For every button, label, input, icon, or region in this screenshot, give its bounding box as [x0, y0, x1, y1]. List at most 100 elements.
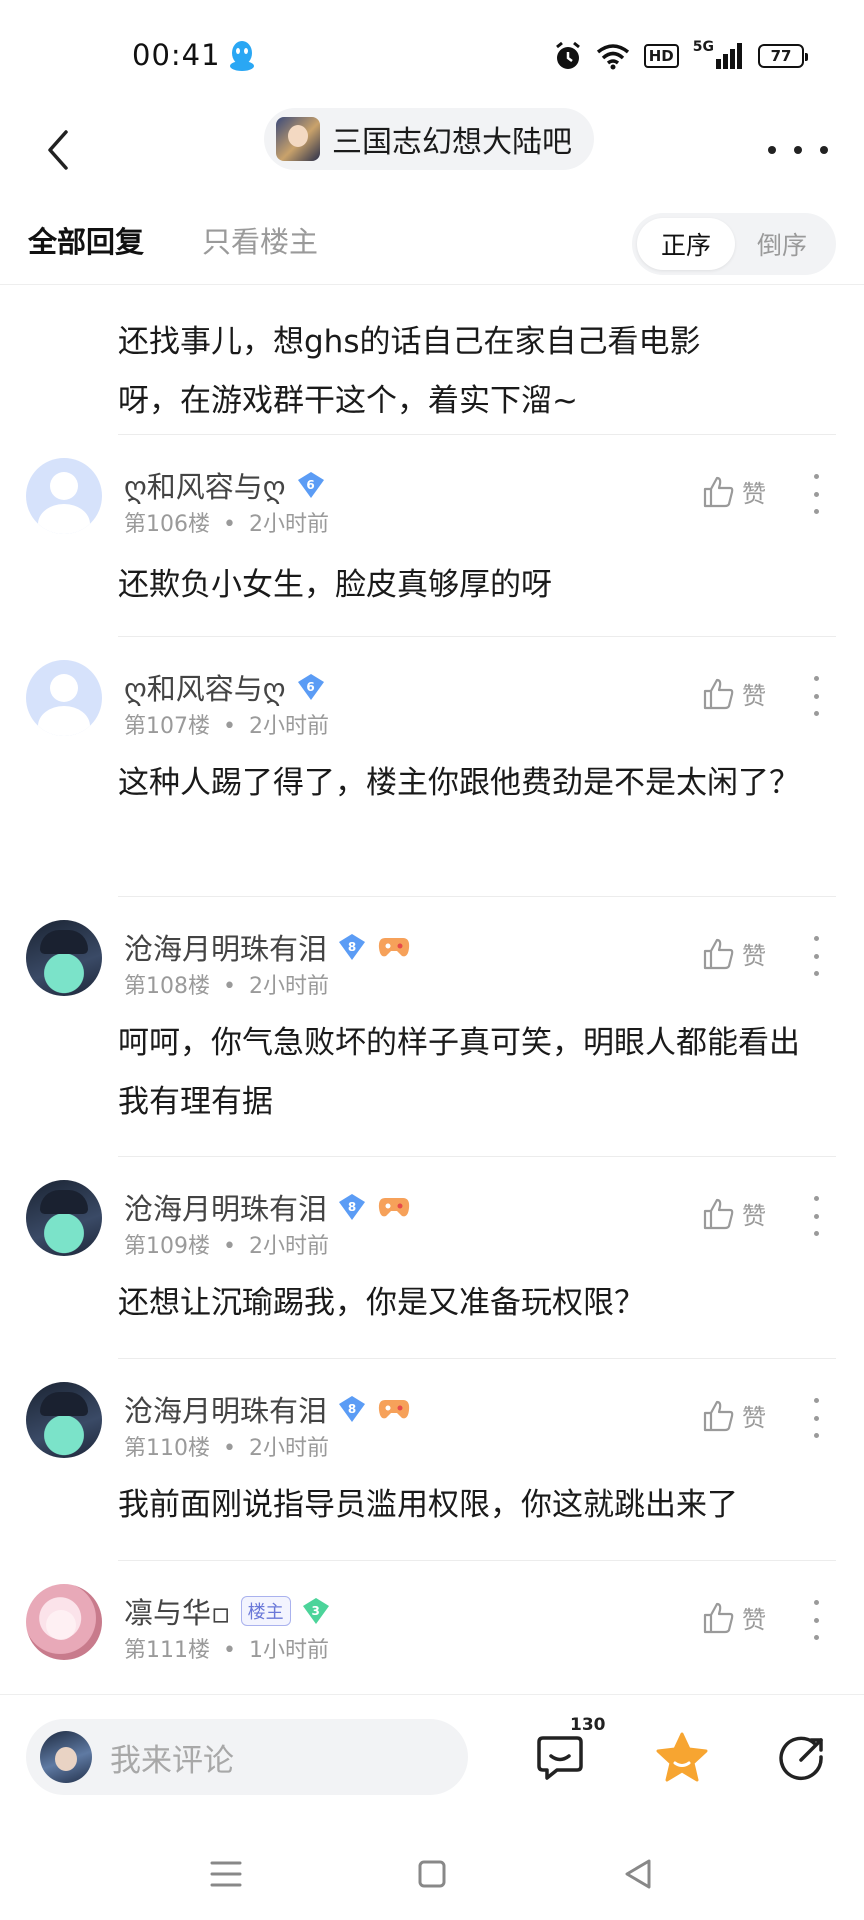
- comment-count: 130: [570, 1715, 606, 1735]
- forum-avatar: [276, 117, 320, 161]
- username[interactable]: 沧海月明珠有泪: [124, 926, 327, 968]
- status-bar: 00:41 HD 5G 77: [0, 0, 864, 110]
- like-button[interactable]: 赞: [702, 1600, 766, 1635]
- sort-descending-button[interactable]: 倒序: [733, 218, 831, 270]
- divider: [118, 636, 836, 637]
- reply-text: 呵呵，你气急败坏的样子真可笑，明眼人都能看出我有理有据: [118, 1025, 800, 1120]
- tab-owner-only[interactable]: 只看楼主: [202, 219, 318, 261]
- avatar[interactable]: [26, 660, 102, 736]
- status-time: 00:41: [132, 38, 221, 72]
- reply-user-line: ღ和风容与ღ 6: [124, 666, 326, 708]
- avatar[interactable]: [26, 920, 102, 996]
- level-badge-icon: 8: [337, 933, 367, 961]
- status-icons: HD 5G 77: [554, 40, 808, 72]
- qq-penguin-icon: [228, 40, 256, 72]
- system-navigation-bar: [0, 1824, 864, 1920]
- more-horizontal-icon: [768, 146, 776, 154]
- reply-text: 还欺负小女生，脸皮真够厚的呀: [118, 567, 552, 603]
- level-badge-icon: 6: [296, 471, 326, 499]
- floor-info: 第106楼 • 2小时前: [124, 512, 329, 537]
- reply-more-button[interactable]: [810, 1600, 822, 1640]
- like-button[interactable]: 赞: [702, 676, 766, 711]
- floor-info: 第109楼 • 2小时前: [124, 1234, 329, 1259]
- back-button[interactable]: [30, 118, 86, 182]
- like-button[interactable]: 赞: [702, 1398, 766, 1433]
- username[interactable]: 沧海月明珠有泪: [124, 1186, 327, 1228]
- username[interactable]: 凛与华▫: [124, 1590, 231, 1632]
- avatar[interactable]: [26, 1382, 102, 1458]
- avatar[interactable]: [26, 1180, 102, 1256]
- avatar[interactable]: [26, 1584, 102, 1660]
- reply-more-button[interactable]: [810, 1398, 822, 1438]
- reply-more-button[interactable]: [810, 676, 822, 716]
- partial-reply-text: 还找事儿，想ghs的话自己在家自己看电影 呀，在游戏群干这个，着实下溜~: [118, 324, 701, 419]
- comment-placeholder: 我来评论: [110, 1742, 234, 1779]
- reply-text: 这种人踢了得了，楼主你跟他费劲是不是太闲了？: [118, 765, 800, 801]
- floor-info: 第111楼 • 1小时前: [124, 1638, 329, 1663]
- like-button[interactable]: 赞: [702, 474, 766, 509]
- level-badge-icon: 8: [337, 1193, 367, 1221]
- gamepad-badge-icon: [377, 1193, 411, 1221]
- divider: [118, 1560, 836, 1561]
- avatar[interactable]: [26, 458, 102, 534]
- nav-header: 三国志幻想大陆吧: [0, 100, 864, 200]
- floor-info: 第108楼 • 2小时前: [124, 974, 329, 999]
- back-nav-icon[interactable]: [614, 1850, 662, 1898]
- forum-title-pill[interactable]: 三国志幻想大陆吧: [264, 108, 594, 170]
- divider: [118, 1156, 836, 1157]
- thumbs-up-icon: [703, 1602, 734, 1633]
- menu-icon[interactable]: [202, 1850, 250, 1898]
- comment-icon[interactable]: [532, 1729, 588, 1785]
- owner-badge: 楼主: [240, 1596, 291, 1626]
- thumbs-up-icon: [703, 1198, 734, 1229]
- reply-more-button[interactable]: [810, 1196, 822, 1236]
- username[interactable]: ღ和风容与ღ: [124, 666, 286, 708]
- bottom-action-bar: 我来评论 130: [0, 1694, 864, 1824]
- floor-info: 第107楼 • 2小时前: [124, 714, 329, 739]
- level-badge-icon: 3: [301, 1597, 331, 1625]
- reply-user-line: 凛与华▫ 楼主 3: [124, 1590, 331, 1632]
- divider: [118, 896, 836, 897]
- wifi-icon: [596, 40, 630, 72]
- reply-user-line: 沧海月明珠有泪 8: [124, 926, 411, 968]
- reply-filter-bar: 全部回复 只看楼主 正序 倒序: [0, 205, 864, 285]
- like-button[interactable]: 赞: [702, 936, 766, 971]
- thumbs-up-icon: [703, 476, 734, 507]
- username[interactable]: ღ和风容与ღ: [124, 464, 286, 506]
- reply-user-line: ღ和风容与ღ 6: [124, 464, 326, 506]
- like-button[interactable]: 赞: [702, 1196, 766, 1231]
- reply-text: 我前面刚说指导员滥用权限，你这就跳出来了: [118, 1487, 738, 1523]
- chevron-left-icon: [48, 130, 68, 170]
- more-options-button[interactable]: [768, 130, 828, 170]
- tab-all-replies[interactable]: 全部回复: [28, 219, 144, 261]
- level-badge-icon: 8: [337, 1395, 367, 1423]
- 5g-signal-icon: 5G: [693, 40, 744, 72]
- thumbs-up-icon: [703, 938, 734, 969]
- star-icon[interactable]: [654, 1729, 710, 1785]
- reply-list: 还找事儿，想ghs的话自己在家自己看电影 呀，在游戏群干这个，着实下溜~ ღ和风…: [0, 286, 864, 1694]
- gamepad-badge-icon: [377, 1395, 411, 1423]
- divider: [118, 434, 836, 435]
- floor-info: 第110楼 • 2小时前: [124, 1436, 329, 1461]
- hd-icon: HD: [643, 40, 679, 72]
- alarm-icon: [554, 40, 582, 72]
- reply-more-button[interactable]: [810, 936, 822, 976]
- my-avatar: [40, 1731, 92, 1783]
- home-icon[interactable]: [408, 1850, 456, 1898]
- sort-order-toggle: 正序 倒序: [632, 213, 836, 275]
- thumbs-up-icon: [703, 1400, 734, 1431]
- reply-user-line: 沧海月明珠有泪 8: [124, 1186, 411, 1228]
- username[interactable]: 沧海月明珠有泪: [124, 1388, 327, 1430]
- share-icon[interactable]: [774, 1729, 830, 1785]
- forum-name: 三国志幻想大陆吧: [332, 125, 572, 160]
- gamepad-badge-icon: [377, 933, 411, 961]
- level-badge-icon: 6: [296, 673, 326, 701]
- comment-input[interactable]: 我来评论: [26, 1719, 468, 1795]
- reply-more-button[interactable]: [810, 474, 822, 514]
- divider: [118, 1358, 836, 1359]
- battery-icon: 77: [758, 44, 808, 68]
- sort-ascending-button[interactable]: 正序: [637, 218, 735, 270]
- reply-user-line: 沧海月明珠有泪 8: [124, 1388, 411, 1430]
- thumbs-up-icon: [703, 678, 734, 709]
- reply-text: 还想让沉瑜踢我，你是又准备玩权限？: [118, 1285, 645, 1321]
